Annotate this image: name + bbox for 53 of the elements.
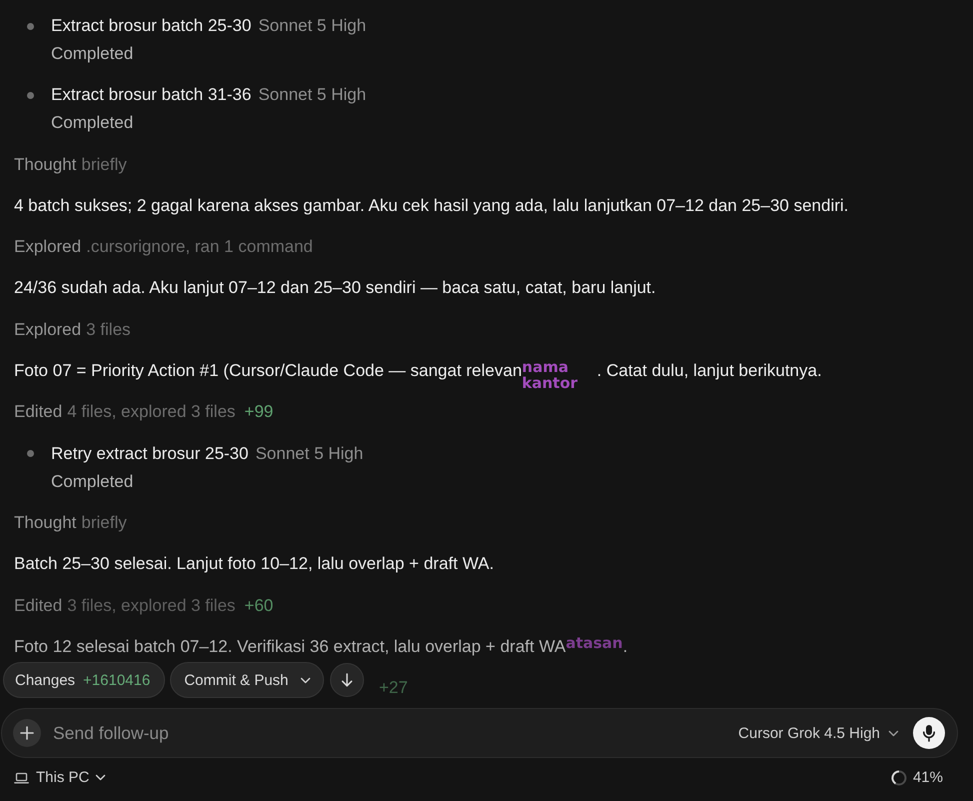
changes-button[interactable]: Changes +1610416 (3, 662, 166, 698)
summary-detail: briefly (81, 512, 127, 534)
chevron-down-icon (888, 730, 899, 736)
model-dropdown[interactable]: Cursor Grok 4.5 High (736, 724, 901, 742)
add-button[interactable] (13, 719, 41, 747)
plus-icon (20, 726, 34, 740)
summary-label[interactable]: Thought (14, 508, 76, 537)
annotation-label: atasan (566, 634, 623, 651)
task-status: Completed (51, 43, 134, 65)
summary-detail: 3 files, explored 3 files (67, 594, 236, 617)
bullet-icon (27, 450, 34, 458)
summary-detail: 4 files, explored 3 files (67, 401, 236, 424)
message-text: . (622, 636, 628, 656)
summary-label[interactable]: Thought (14, 150, 76, 179)
follow-up-field[interactable]: Send follow-up Cursor Grok 4.5 High (1, 708, 958, 758)
summary-label[interactable]: Edited (14, 398, 62, 426)
task-status: Completed (51, 112, 134, 134)
follow-up-input[interactable]: Send follow-up (53, 719, 736, 747)
microphone-icon (922, 724, 936, 742)
task-status: Completed (51, 470, 134, 493)
diff-count: +60 (244, 594, 274, 617)
chevron-down-icon (95, 774, 106, 781)
message-text: Batch 25–30 selesai. Lanjut foto 10–12, lalu overlap + draft WA. (14, 553, 495, 576)
task-title[interactable]: Retry extract brosur 25-30 (51, 444, 248, 463)
location-dropdown[interactable]: This PC (14, 769, 106, 786)
commit-push-button[interactable]: Commit & Push (170, 662, 324, 698)
diff-count: +27 (379, 677, 408, 700)
bullet-icon (27, 22, 34, 30)
summary-detail: briefly (81, 154, 127, 176)
message-text: Foto 12 selesai batch 07–12. Verifikasi 36 extract, lalu overlap + draft WA (14, 636, 566, 656)
scroll-down-button[interactable] (330, 663, 364, 697)
summary-label[interactable]: Edited (14, 592, 62, 620)
model-name: Sonnet 5 High (258, 85, 366, 104)
message-text: . Catat dulu, lanjut berikutnya. (596, 361, 822, 380)
laptop-icon (14, 772, 29, 784)
summary-detail: .cursorignore, ran 1 command (86, 236, 313, 258)
diff-count: +99 (244, 401, 274, 424)
message-text: Foto 07 = Priority Action #1 (Cursor/Claude Code — sangat relevan (14, 361, 522, 380)
microphone-button[interactable] (913, 717, 945, 749)
task-title[interactable]: Extract brosur batch 25-30 (51, 16, 252, 35)
task-title[interactable]: Extract brosur batch 31-36 (51, 85, 252, 104)
message-text: 4 batch sukses; 2 gagal karena akses gambar. Aku cek hasil yang ada, lalu lanjutkan 07–12 dan 25–30 sendiri. (14, 194, 850, 217)
model-name: Sonnet 5 High (258, 16, 366, 35)
arrow-down-icon (341, 673, 354, 687)
chevron-down-icon (300, 676, 312, 684)
summary-detail: 3 files (86, 318, 131, 341)
message-text: 24/36 sudah ada. Aku lanjut 07–12 dan 25–30 sendiri — baca satu, catat, baru lanjut. (14, 277, 657, 300)
summary-label[interactable]: Explored (14, 316, 82, 344)
bullet-icon (27, 92, 34, 99)
model-name: Sonnet 5 High (255, 444, 364, 463)
context-usage-percent: 41% (912, 769, 943, 786)
annotation-label: nama kantor (522, 359, 579, 392)
summary-label[interactable]: Explored (14, 233, 82, 262)
